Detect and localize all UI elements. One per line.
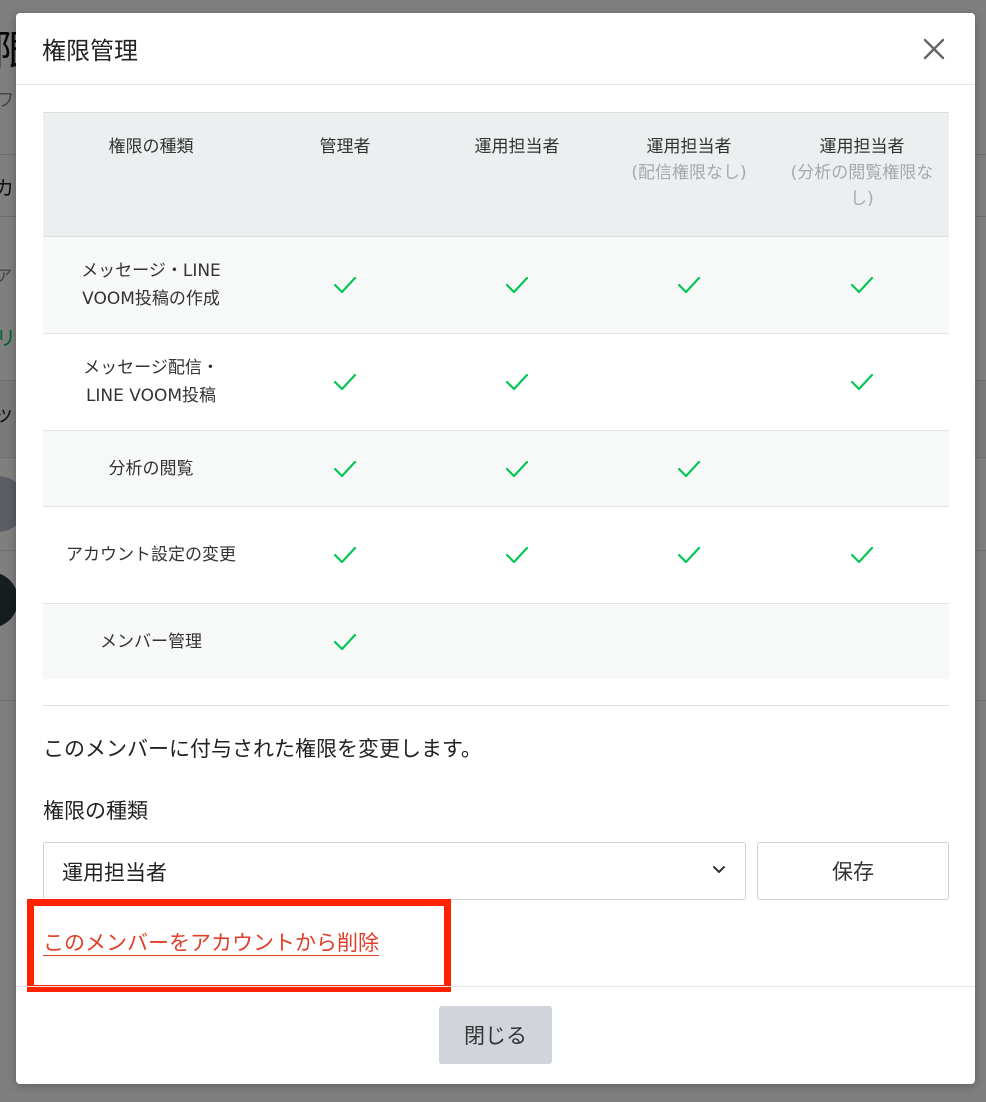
check-icon [677, 276, 701, 294]
check-icon [333, 460, 357, 477]
check-cell [603, 237, 775, 333]
row-label: メッセージ配信・LINE VOOM投稿 [83, 358, 219, 406]
check-cell [431, 334, 603, 430]
check-cell [603, 431, 775, 506]
remove-member-link[interactable]: このメンバーをアカウントから削除 [43, 927, 379, 957]
check-cell [775, 237, 949, 333]
check-icon [505, 460, 529, 477]
check-cell [775, 431, 949, 506]
section-divider [43, 705, 949, 706]
dialog-header: 権限管理 [16, 13, 975, 85]
check-icon [850, 276, 874, 294]
check-cell [259, 507, 431, 603]
check-cell [431, 431, 603, 506]
table-row: 分析の閲覧 [43, 431, 949, 507]
close-button[interactable]: 閉じる [439, 1006, 552, 1064]
permission-management-dialog: 権限管理 権限の種類 管理者 運用担当者 運用担当者 (配信権限なし) 運用担当者… [16, 13, 975, 1084]
check-cell [603, 507, 775, 603]
check-cell [259, 237, 431, 333]
column-header-admin: 管理者 [319, 137, 371, 157]
check-cell [259, 334, 431, 430]
check-icon [850, 373, 874, 391]
check-icon [333, 546, 357, 564]
row-label: アカウント設定の変更 [66, 545, 236, 565]
check-cell [603, 334, 775, 430]
permission-change-description: このメンバーに付与された権限を変更します。 [43, 737, 482, 761]
chevron-down-icon [713, 866, 725, 873]
save-button[interactable]: 保存 [757, 842, 949, 900]
column-header-operator-no-broadcast: 運用担当者 (配信権限なし) [631, 137, 747, 183]
check-icon [505, 546, 529, 564]
permission-table: 権限の種類 管理者 運用担当者 運用担当者 (配信権限なし) 運用担当者 (分析の閲… [43, 112, 949, 679]
role-select-value: 運用担当者 [62, 861, 167, 885]
check-cell [431, 507, 603, 603]
check-icon [333, 373, 357, 391]
check-cell [775, 334, 949, 430]
table-row: アカウント設定の変更 [43, 507, 949, 604]
check-cell [431, 237, 603, 333]
check-cell [603, 604, 775, 679]
check-icon [333, 633, 357, 650]
table-row: メンバー管理 [43, 604, 949, 679]
role-select-label: 権限の種類 [43, 799, 148, 823]
check-icon [850, 546, 874, 564]
row-label: 分析の閲覧 [108, 458, 194, 479]
check-cell [431, 604, 603, 679]
check-cell [259, 604, 431, 679]
check-icon [333, 276, 357, 294]
row-label: メッセージ・LINE VOOM投稿の作成 [81, 261, 221, 309]
row-label: メンバー管理 [100, 631, 202, 652]
role-select[interactable]: 運用担当者 [43, 842, 746, 900]
check-icon [505, 373, 529, 391]
table-row: メッセージ配信・LINE VOOM投稿 [43, 334, 949, 431]
table-row: メッセージ・LINE VOOM投稿の作成 [43, 237, 949, 334]
permission-table-header: 権限の種類 管理者 運用担当者 運用担当者 (配信権限なし) 運用担当者 (分析の閲… [43, 112, 949, 237]
check-icon [677, 460, 701, 477]
column-header-operator: 運用担当者 [474, 137, 560, 157]
check-icon [505, 276, 529, 294]
dialog-title: 権限管理 [42, 37, 138, 65]
close-icon[interactable] [916, 31, 952, 67]
check-cell [775, 507, 949, 603]
check-cell [775, 604, 949, 679]
check-icon [677, 546, 701, 564]
footer-divider [16, 986, 975, 987]
column-header-permission-type: 権限の種類 [108, 137, 194, 157]
column-header-operator-no-analytics: 運用担当者 (分析の閲覧権限なし) [790, 137, 934, 209]
check-cell [259, 431, 431, 506]
